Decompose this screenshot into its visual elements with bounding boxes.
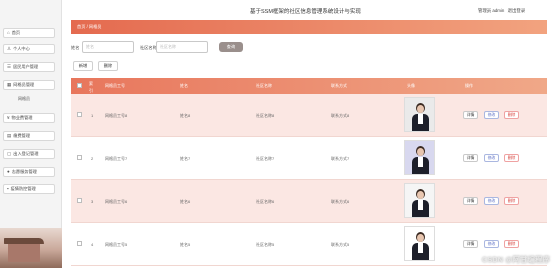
column-header-area: 社区名称 xyxy=(256,83,272,88)
avatar xyxy=(404,97,435,132)
name-input[interactable]: 姓名 xyxy=(82,41,134,53)
table-row: 2 网格员工号7 姓名7 社区名称7 联系方式7 详情 修改 删除 xyxy=(71,137,547,180)
sidebar-item-grid-staff[interactable]: ▦ 网格员管理 xyxy=(3,80,55,90)
cell-name: 姓名7 xyxy=(180,156,191,161)
sidebar-item-epidemic[interactable]: ▪ 疫情防控管理 xyxy=(3,184,55,194)
row-checkbox[interactable] xyxy=(77,198,82,203)
page-title: 基于SSM框架的社区信息管理系统设计与实现 xyxy=(250,9,361,15)
column-header-staff-no: 网格员工号 xyxy=(105,83,125,88)
detail-button[interactable]: 详情 xyxy=(463,240,478,248)
sidebar-item-label: 居民用户管理 xyxy=(13,64,39,69)
edit-button[interactable]: 修改 xyxy=(484,154,499,162)
sidebar-item-home[interactable]: ⌂ 首页 xyxy=(3,28,55,38)
sidebar-item-label: 网格员管理 xyxy=(13,82,35,87)
grid-icon: ▦ xyxy=(7,82,12,87)
select-all-checkbox[interactable] xyxy=(77,83,82,88)
home-icon: ⌂ xyxy=(7,30,10,35)
sidebar-item-label: 物业费管理 xyxy=(11,115,33,120)
sidebar-item-residents[interactable]: ☰ 居民用户管理 xyxy=(3,62,55,72)
cell-area: 社区名称5 xyxy=(256,242,275,247)
cell-staff-no: 网格员工号7 xyxy=(105,156,128,161)
sidebar-item-label: 出入登记管理 xyxy=(13,151,39,156)
column-header-name: 姓名 xyxy=(180,83,188,88)
table-header: 索引 网格员工号 姓名 社区名称 联系方式 头像 操作 xyxy=(71,78,547,94)
column-header-contact: 联系方式 xyxy=(331,83,347,88)
cell-contact: 联系方式5 xyxy=(331,242,350,247)
cell-staff-no: 网格员工号6 xyxy=(105,199,128,204)
money-icon: ¥ xyxy=(7,115,10,120)
watermark: CSDN @阿甘编程序 xyxy=(481,255,550,264)
sidebar-item-payment[interactable]: ▤ 缴费管理 xyxy=(3,131,55,141)
row-checkbox[interactable] xyxy=(77,241,82,246)
cell-index: 4 xyxy=(91,242,94,247)
cell-contact: 联系方式6 xyxy=(331,199,350,204)
sidebar-item-volunteer[interactable]: ● 志愿服务管理 xyxy=(3,167,55,177)
sidebar: ⌂ 首页 ♙ 个人中心 ☰ 居民用户管理 ▦ 网格员管理 网格员 ¥ 物业费管理 ▤ 缴费管… xyxy=(0,0,62,268)
delete-button[interactable]: 删除 xyxy=(504,240,519,248)
name-label: 姓名 xyxy=(71,45,80,50)
cell-area: 社区名称7 xyxy=(256,156,275,161)
cell-index: 2 xyxy=(91,156,94,161)
breadcrumb-home[interactable]: 首页 xyxy=(77,24,85,29)
sidebar-item-property-fee[interactable]: ¥ 物业费管理 xyxy=(3,113,55,123)
user-role: 管理员 admin xyxy=(478,8,505,13)
area-input[interactable]: 社区名称 xyxy=(156,41,208,53)
sidebar-item-label: 疫情防控管理 xyxy=(10,186,36,191)
table-row: 1 网格员工号8 姓名8 社区名称8 联系方式8 详情 修改 删除 xyxy=(71,94,547,137)
cell-staff-no: 网格员工号5 xyxy=(105,242,128,247)
apps-icon: ▪ xyxy=(7,186,9,191)
edit-button[interactable]: 修改 xyxy=(484,197,499,205)
table-row: 4 网格员工号5 姓名5 社区名称5 联系方式5 详情 修改 删除 xyxy=(71,223,547,266)
sidebar-item-profile[interactable]: ♙ 个人中心 xyxy=(3,44,55,54)
cell-area: 社区名称6 xyxy=(256,199,275,204)
top-header: 基于SSM框架的社区信息管理系统设计与实现 管理员 admin 退出登录 xyxy=(62,0,554,20)
cell-name: 姓名8 xyxy=(180,113,191,118)
breadcrumb: 首页 / 网格员 xyxy=(71,20,547,34)
sidebar-item-label: 志愿服务管理 xyxy=(11,169,37,174)
delete-button[interactable]: 删除 xyxy=(504,111,519,119)
cell-contact: 联系方式7 xyxy=(331,156,350,161)
sidebar-item-entry-log[interactable]: ▢ 出入登记管理 xyxy=(3,149,55,159)
delete-button[interactable]: 删除 xyxy=(504,154,519,162)
table-row: 3 网格员工号6 姓名6 社区名称6 联系方式6 详情 修改 删除 xyxy=(71,180,547,223)
user-info: 管理员 admin 退出登录 xyxy=(478,8,527,14)
breadcrumb-current: 网格员 xyxy=(88,24,102,29)
sidebar-subitem-grid-staff[interactable]: 网格员 xyxy=(18,96,30,102)
sidebar-item-label: 个人中心 xyxy=(13,46,30,51)
search-button[interactable]: 查询 xyxy=(219,42,243,52)
detail-button[interactable]: 详情 xyxy=(463,111,478,119)
users-icon: ☰ xyxy=(7,64,12,69)
cell-index: 1 xyxy=(91,113,94,118)
cell-area: 社区名称8 xyxy=(256,113,275,118)
row-checkbox[interactable] xyxy=(77,155,82,160)
batch-delete-button[interactable]: 删除 xyxy=(98,61,118,71)
area-label: 社区名称 xyxy=(140,45,157,50)
cell-index: 3 xyxy=(91,199,94,204)
cell-staff-no: 网格员工号8 xyxy=(105,113,128,118)
document-icon: ▤ xyxy=(7,133,12,138)
detail-button[interactable]: 详情 xyxy=(463,154,478,162)
cell-name: 姓名6 xyxy=(180,199,191,204)
door-icon: ▢ xyxy=(7,151,12,156)
add-button[interactable]: 新增 xyxy=(73,61,93,71)
cell-contact: 联系方式8 xyxy=(331,113,350,118)
avatar xyxy=(404,183,435,218)
edit-button[interactable]: 修改 xyxy=(484,240,499,248)
user-icon: ♙ xyxy=(7,46,12,51)
sidebar-item-label: 缴费管理 xyxy=(13,133,31,138)
column-header-actions: 操作 xyxy=(465,83,473,88)
delete-button[interactable]: 删除 xyxy=(504,197,519,205)
detail-button[interactable]: 详情 xyxy=(463,197,478,205)
avatar xyxy=(404,140,435,175)
edit-button[interactable]: 修改 xyxy=(484,111,499,119)
sidebar-decoration-image xyxy=(0,228,62,268)
avatar xyxy=(404,226,435,261)
cell-name: 姓名5 xyxy=(180,242,191,247)
logout-link[interactable]: 退出登录 xyxy=(508,8,526,13)
column-header-avatar: 头像 xyxy=(407,83,415,88)
sidebar-item-label: 首页 xyxy=(11,30,21,35)
row-checkbox[interactable] xyxy=(77,112,82,117)
location-icon: ● xyxy=(7,169,10,174)
